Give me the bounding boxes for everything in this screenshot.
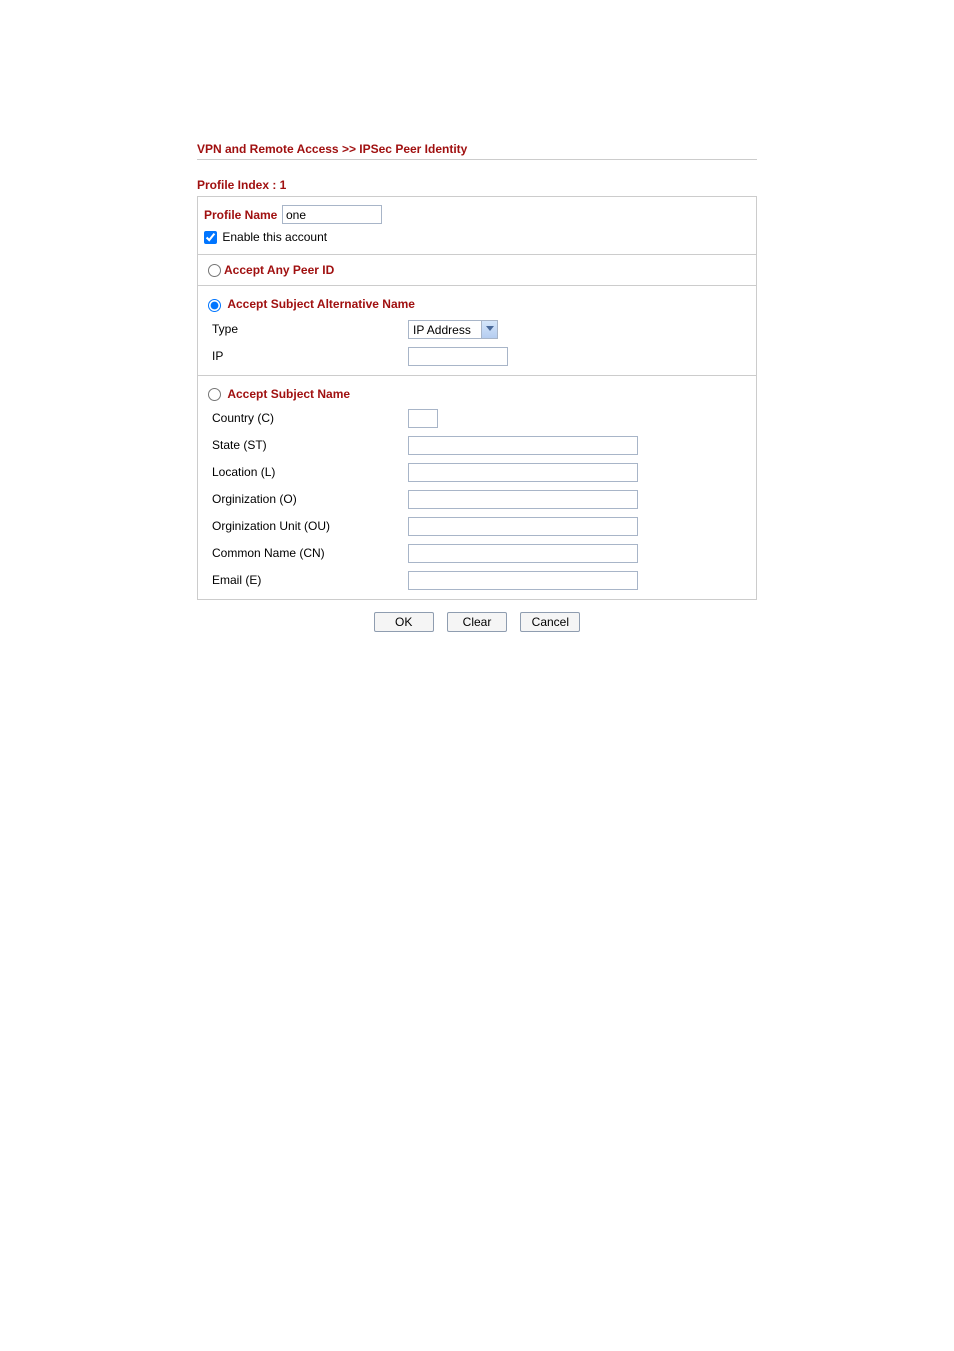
state-input[interactable] bbox=[408, 436, 638, 455]
breadcrumb: VPN and Remote Access >> IPSec Peer Iden… bbox=[197, 142, 757, 160]
enable-account-checkbox[interactable] bbox=[204, 231, 217, 244]
san-ip-input[interactable] bbox=[408, 347, 508, 366]
commonname-input[interactable] bbox=[408, 544, 638, 563]
country-input[interactable] bbox=[408, 409, 438, 428]
email-label: Email (E) bbox=[212, 573, 408, 587]
chevron-down-icon bbox=[481, 321, 497, 338]
profile-index-label: Profile Index : 1 bbox=[197, 178, 757, 192]
cancel-button[interactable]: Cancel bbox=[520, 612, 580, 632]
accept-san-radio[interactable] bbox=[208, 299, 221, 312]
orgunit-input[interactable] bbox=[408, 517, 638, 536]
accept-any-peer-id-label: Accept Any Peer ID bbox=[224, 263, 334, 277]
accept-subject-name-label: Accept Subject Name bbox=[227, 387, 350, 401]
location-label: Location (L) bbox=[212, 465, 408, 479]
profile-name-label: Profile Name bbox=[204, 208, 282, 222]
orgunit-label: Orginization Unit (OU) bbox=[212, 519, 408, 533]
san-type-label: Type bbox=[212, 322, 408, 336]
accept-subject-name-radio[interactable] bbox=[208, 388, 221, 401]
profile-name-input[interactable] bbox=[282, 205, 382, 224]
accept-any-peer-id-radio[interactable] bbox=[208, 264, 221, 277]
email-input[interactable] bbox=[408, 571, 638, 590]
ok-button[interactable]: OK bbox=[374, 612, 434, 632]
san-type-select[interactable]: IP Address bbox=[408, 320, 498, 339]
state-label: State (ST) bbox=[212, 438, 408, 452]
location-input[interactable] bbox=[408, 463, 638, 482]
form-table: Profile Name Enable this account Accept … bbox=[197, 196, 757, 600]
country-label: Country (C) bbox=[212, 411, 408, 425]
clear-button[interactable]: Clear bbox=[447, 612, 507, 632]
commonname-label: Common Name (CN) bbox=[212, 546, 408, 560]
enable-account-label: Enable this account bbox=[222, 230, 327, 244]
org-input[interactable] bbox=[408, 490, 638, 509]
org-label: Orginization (O) bbox=[212, 492, 408, 506]
san-ip-label: IP bbox=[212, 349, 408, 363]
accept-san-label: Accept Subject Alternative Name bbox=[227, 297, 415, 311]
san-type-value: IP Address bbox=[409, 321, 481, 338]
